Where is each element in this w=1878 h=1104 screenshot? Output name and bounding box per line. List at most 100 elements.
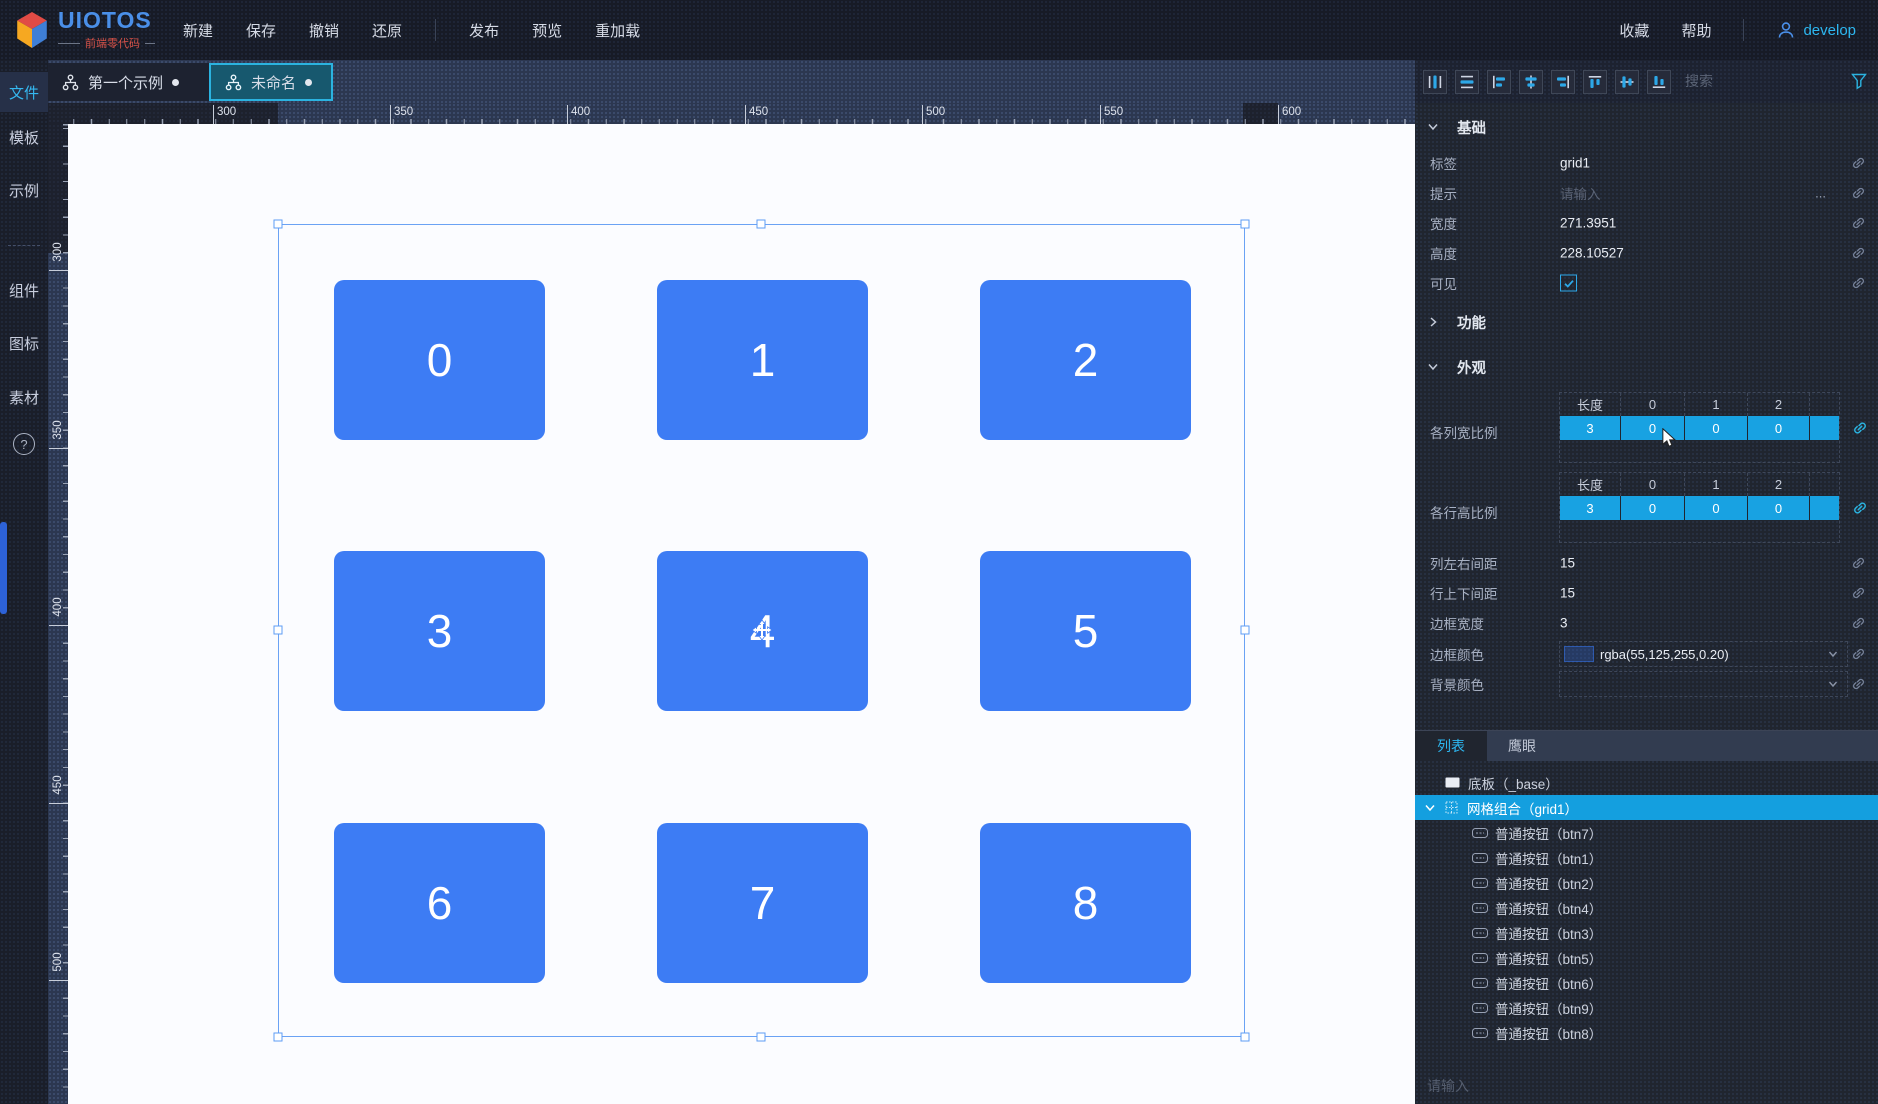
row-gap-value[interactable]: 15 — [1560, 586, 1575, 601]
link-icon[interactable] — [1851, 647, 1866, 662]
tree-node-btn4[interactable]: 普通按钮（btn4） — [1415, 895, 1878, 920]
tree-node-btn3[interactable]: 普通按钮（btn3） — [1415, 920, 1878, 945]
menu-undo[interactable]: 撤销 — [309, 20, 339, 41]
more-button[interactable]: ... — [1815, 186, 1826, 201]
row-ratio-cell-0[interactable]: 0 — [1621, 496, 1685, 520]
col-ratio-length-cell[interactable]: 3 — [1560, 416, 1621, 440]
sidebar-item-examples[interactable]: 示例 — [0, 170, 48, 210]
tree-node-btn1[interactable]: 普通按钮（btn1） — [1415, 845, 1878, 870]
user-menu[interactable]: develop — [1776, 20, 1856, 40]
tip-placeholder[interactable]: 请输入 — [1560, 183, 1601, 203]
section-appearance[interactable]: 外观 — [1415, 356, 1878, 378]
tree-filter-input[interactable] — [1425, 1072, 1725, 1100]
row-ratio-cell-2[interactable]: 0 — [1748, 496, 1810, 520]
label-value[interactable]: grid1 — [1560, 156, 1590, 171]
chevron-down-icon[interactable] — [1424, 802, 1436, 814]
sidebar-item-icons[interactable]: 图标 — [0, 323, 48, 363]
link-icon[interactable] — [1851, 586, 1866, 601]
menu-reload[interactable]: 重加载 — [595, 20, 640, 41]
canvas-button-1[interactable]: 1 — [657, 280, 868, 440]
menu-preview[interactable]: 预览 — [532, 20, 562, 41]
selection-handle-e[interactable] — [1240, 625, 1250, 635]
selection-handle-n[interactable] — [756, 219, 766, 229]
sidebar-help-button[interactable]: ? — [0, 424, 48, 464]
link-icon-active[interactable] — [1852, 420, 1868, 436]
filter-icon[interactable] — [1850, 72, 1868, 95]
align-top-icon[interactable] — [1583, 69, 1607, 94]
col-ratio-cell-extra[interactable] — [1810, 416, 1839, 440]
border-color-dropdown[interactable]: rgba(55,125,255,0.20) — [1559, 641, 1848, 667]
sidebar-item-files[interactable]: 文件 — [0, 72, 48, 112]
menu-redo[interactable]: 还原 — [372, 20, 402, 41]
link-icon[interactable] — [1851, 677, 1866, 692]
width-value[interactable]: 271.3951 — [1560, 216, 1616, 231]
distribute-vertical-icon[interactable] — [1455, 69, 1479, 94]
canvas-button-2[interactable]: 2 — [980, 280, 1191, 440]
row-ratio-cell-extra[interactable] — [1810, 496, 1839, 520]
link-icon[interactable] — [1851, 556, 1866, 571]
tree-node-btn2[interactable]: 普通按钮（btn2） — [1415, 870, 1878, 895]
col-ratio-cell-1[interactable]: 0 — [1685, 416, 1748, 440]
menu-save[interactable]: 保存 — [246, 20, 276, 41]
tree-node-btn6[interactable]: 普通按钮（btn6） — [1415, 970, 1878, 995]
link-icon[interactable] — [1851, 186, 1866, 201]
design-canvas[interactable]: 0 1 2 3 4 5 6 7 8 — [68, 124, 1415, 1104]
tree-node-btn9[interactable]: 普通按钮（btn9） — [1415, 995, 1878, 1020]
align-right-icon[interactable] — [1551, 69, 1575, 94]
col-ratio-cell-0[interactable]: 0 — [1621, 416, 1685, 440]
tree-node-btn7[interactable]: 普通按钮（btn7） — [1415, 820, 1878, 845]
height-value[interactable]: 228.10527 — [1560, 246, 1624, 261]
tab-eagle-eye[interactable]: 鹰眼 — [1487, 731, 1557, 761]
canvas-button-5[interactable]: 5 — [980, 551, 1191, 711]
align-left-icon[interactable] — [1487, 69, 1511, 94]
selection-handle-sw[interactable] — [273, 1032, 283, 1042]
sidebar-item-components[interactable]: 组件 — [0, 270, 48, 310]
sidebar-scrollbar[interactable] — [0, 522, 7, 614]
row-ratio-cell-1[interactable]: 0 — [1685, 496, 1748, 520]
page-tab-unnamed[interactable]: 未命名 — [209, 63, 333, 101]
canvas-button-3[interactable]: 3 — [334, 551, 545, 711]
menu-publish[interactable]: 发布 — [469, 20, 499, 41]
link-icon[interactable] — [1851, 276, 1866, 291]
canvas-button-4[interactable]: 4 — [657, 551, 868, 711]
favorites-button[interactable]: 收藏 — [1619, 20, 1649, 41]
link-icon[interactable] — [1851, 156, 1866, 171]
tree-node-base[interactable]: 底板（_base） — [1415, 770, 1878, 795]
align-middle-vertical-icon[interactable] — [1615, 69, 1639, 94]
link-icon[interactable] — [1851, 616, 1866, 631]
tree-node-btn5[interactable]: 普通按钮（btn5） — [1415, 945, 1878, 970]
col-ratio-cell-2[interactable]: 0 — [1748, 416, 1810, 440]
bg-color-dropdown[interactable] — [1559, 671, 1848, 697]
app-logo[interactable]: UIOTOS 前端零代码 — [14, 9, 155, 51]
selection-handle-nw[interactable] — [273, 219, 283, 229]
page-tab-first-example[interactable]: 第一个示例 — [48, 63, 209, 101]
sidebar-item-materials[interactable]: 素材 — [0, 377, 48, 417]
distribute-horizontal-icon[interactable] — [1423, 69, 1447, 94]
tab-layer-list[interactable]: 列表 — [1415, 731, 1487, 761]
row-ratio-length-cell[interactable]: 3 — [1560, 496, 1621, 520]
canvas-button-0[interactable]: 0 — [334, 280, 545, 440]
help-button[interactable]: 帮助 — [1681, 20, 1711, 41]
align-center-horizontal-icon[interactable] — [1519, 69, 1543, 94]
align-bottom-icon[interactable] — [1647, 69, 1671, 94]
section-function[interactable]: 功能 — [1415, 311, 1878, 333]
tree-node-btn8[interactable]: 普通按钮（btn8） — [1415, 1020, 1878, 1045]
border-width-value[interactable]: 3 — [1560, 616, 1568, 631]
tree-node-grid-group[interactable]: 网格组合（grid1） — [1415, 795, 1878, 820]
link-icon-active[interactable] — [1852, 500, 1868, 516]
col-gap-value[interactable]: 15 — [1560, 556, 1575, 571]
link-icon[interactable] — [1851, 216, 1866, 231]
section-basic[interactable]: 基础 — [1415, 116, 1878, 138]
link-icon[interactable] — [1851, 246, 1866, 261]
selection-handle-ne[interactable] — [1240, 219, 1250, 229]
visible-checkbox[interactable] — [1560, 274, 1577, 292]
component-search-input[interactable] — [1683, 68, 1833, 94]
menu-new[interactable]: 新建 — [183, 20, 213, 41]
canvas-button-6[interactable]: 6 — [334, 823, 545, 983]
selection-handle-se[interactable] — [1240, 1032, 1250, 1042]
canvas-button-7[interactable]: 7 — [657, 823, 868, 983]
selection-handle-w[interactable] — [273, 625, 283, 635]
canvas-button-8[interactable]: 8 — [980, 823, 1191, 983]
selection-handle-s[interactable] — [756, 1032, 766, 1042]
sidebar-item-templates[interactable]: 模板 — [0, 117, 48, 157]
